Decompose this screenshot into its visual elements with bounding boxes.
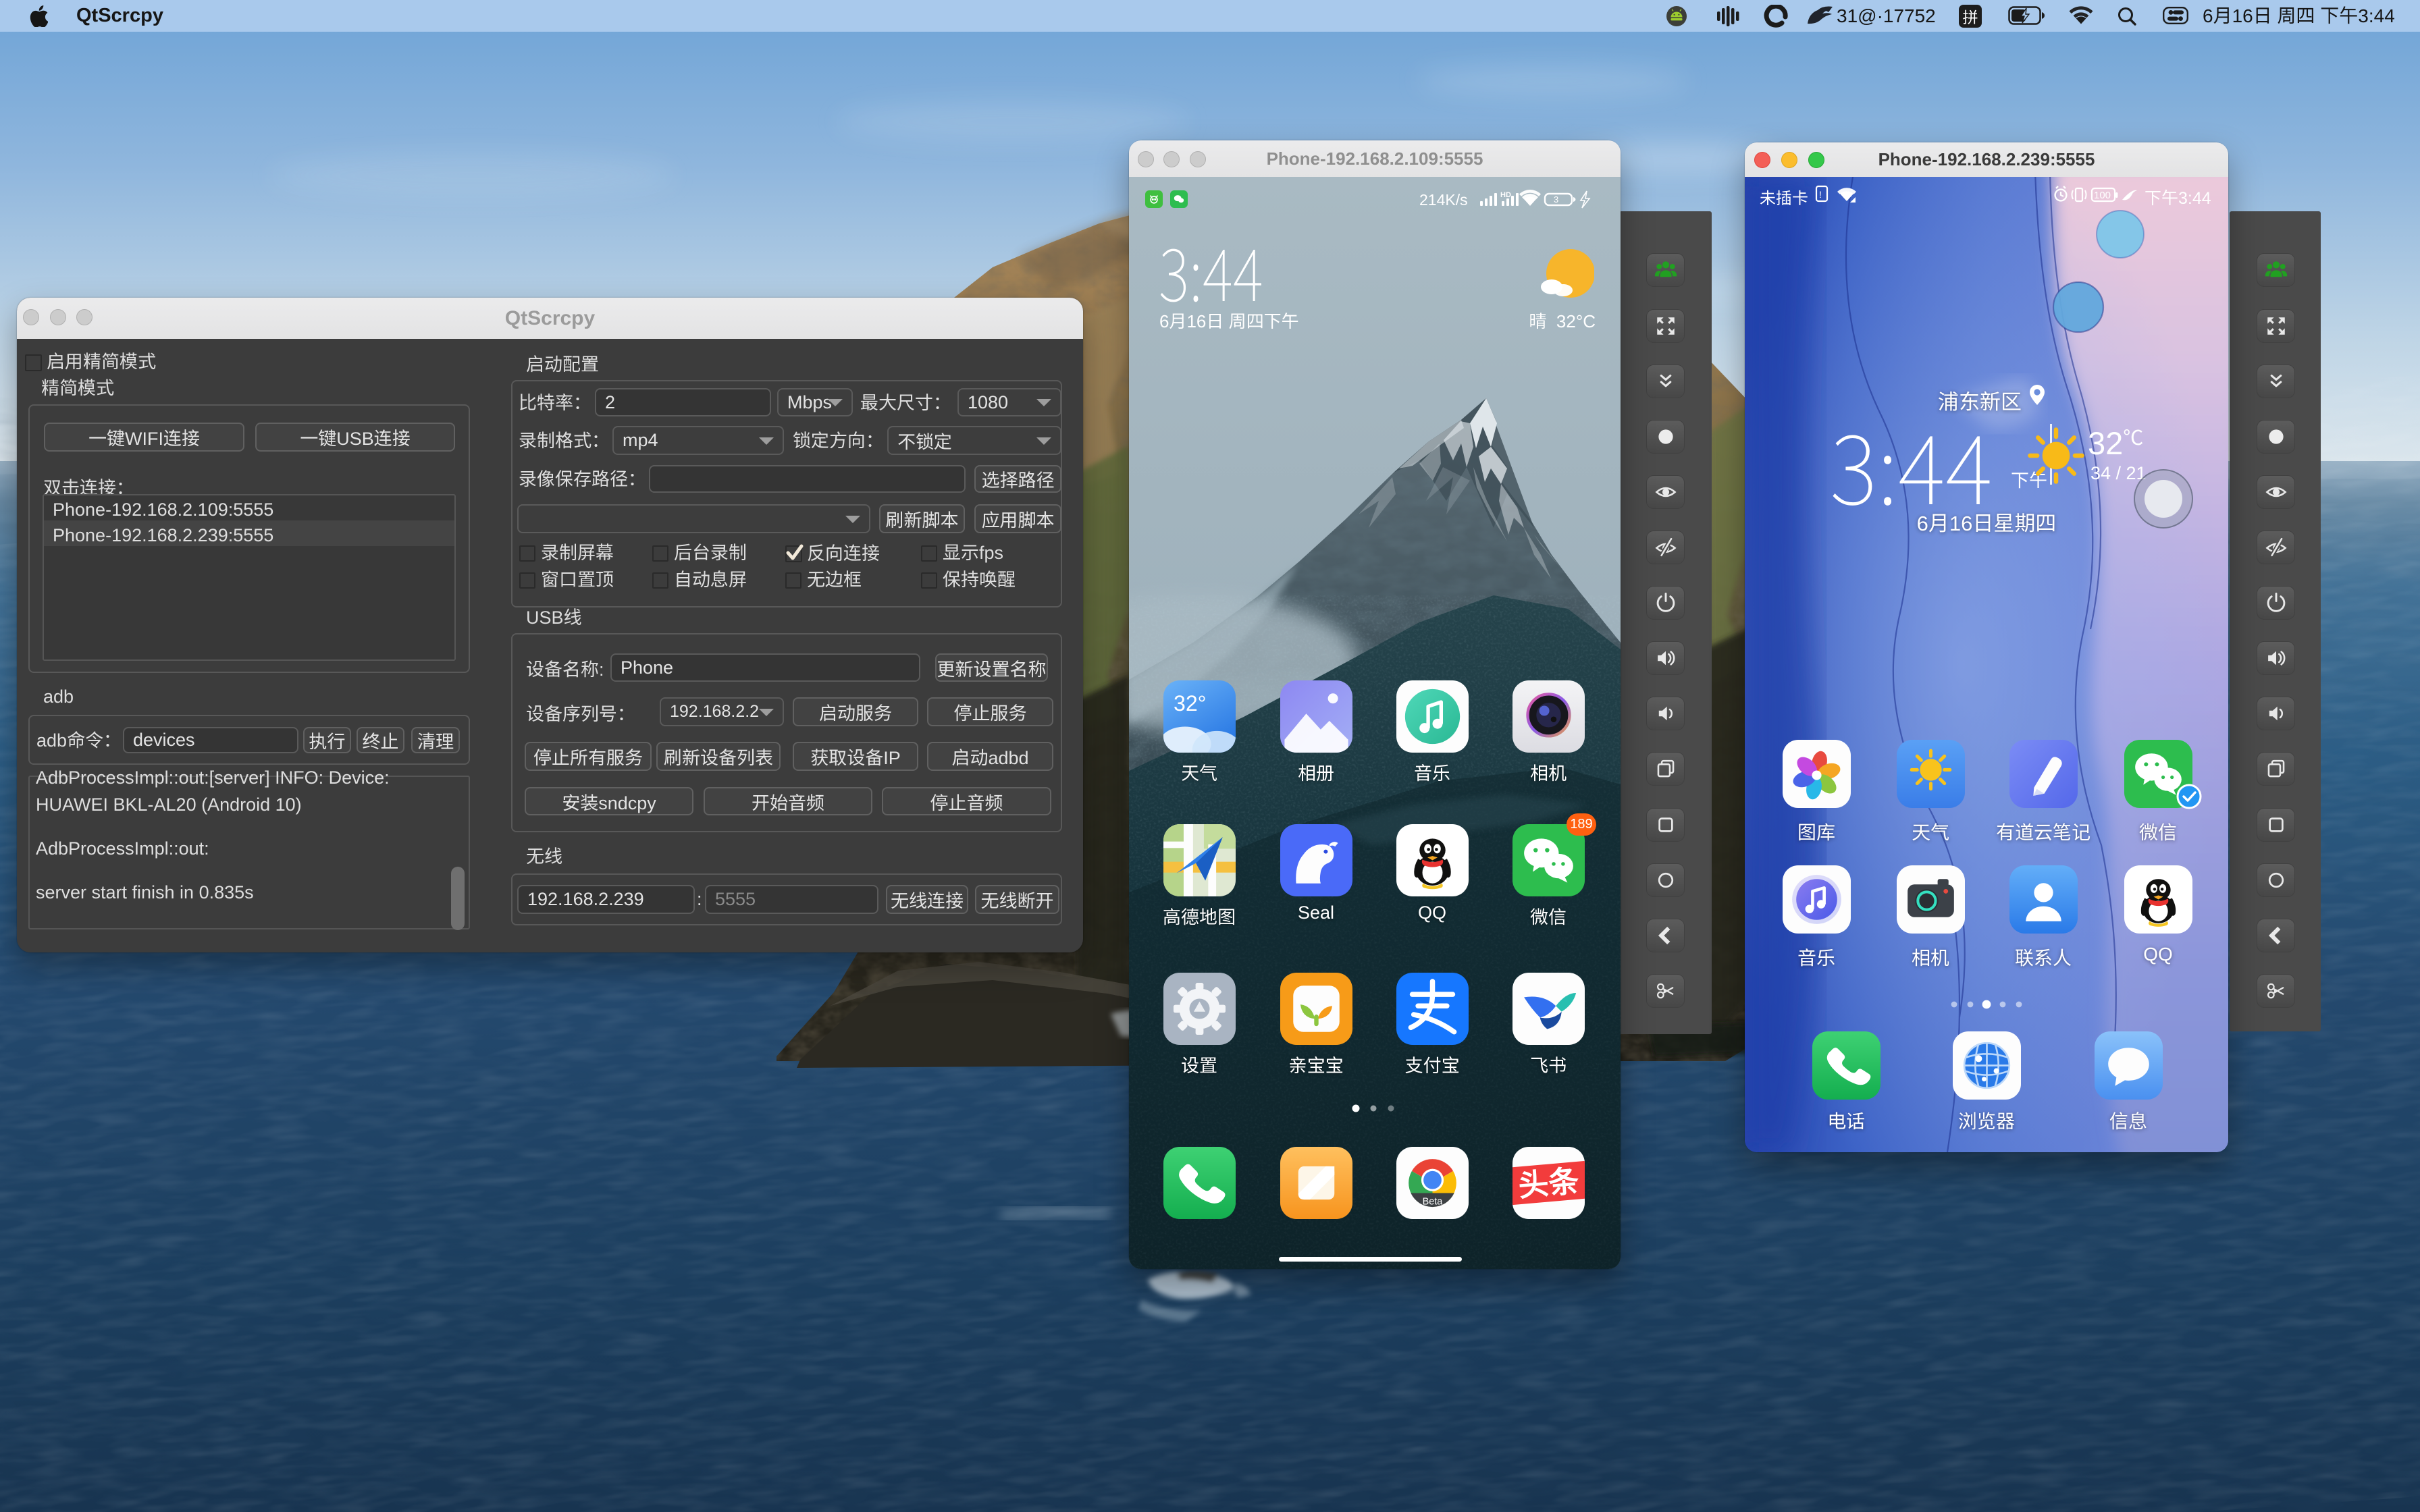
svg-text:100: 100 bbox=[2094, 190, 2111, 201]
svg-text:Beta: Beta bbox=[1423, 1197, 1444, 1208]
svg-text:!: ! bbox=[1819, 189, 1822, 200]
svg-text:32°: 32° bbox=[1174, 691, 1207, 716]
svg-text:HD: HD bbox=[1500, 191, 1511, 199]
svg-text:头条: 头条 bbox=[1517, 1156, 1581, 1206]
svg-text:3: 3 bbox=[1554, 194, 1558, 205]
